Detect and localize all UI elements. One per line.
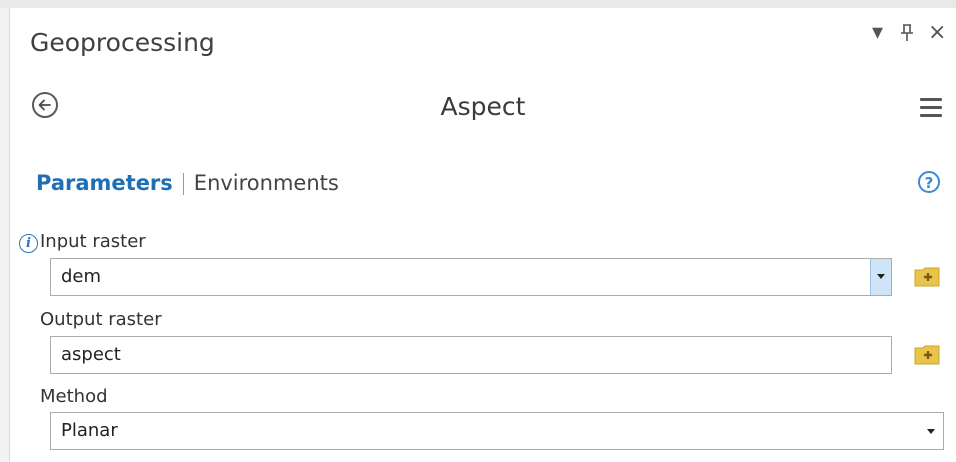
info-icon[interactable]: i — [19, 234, 38, 253]
output-raster-value: aspect — [61, 344, 121, 365]
pane-options-dropdown-icon[interactable]: ▾ — [872, 22, 883, 44]
method-label: Method — [40, 386, 108, 407]
help-icon[interactable]: ? — [918, 171, 940, 193]
geoprocessing-pane: Geoprocessing ▾ × Aspect Parameters Envir… — [10, 8, 956, 462]
input-raster-field[interactable]: dem — [50, 258, 892, 296]
chevron-down-icon — [927, 429, 935, 434]
top-strip — [0, 0, 956, 8]
input-raster-dropdown-button[interactable] — [870, 259, 891, 295]
chevron-down-icon — [877, 274, 885, 279]
output-raster-label: Output raster — [40, 309, 162, 330]
tab-separator — [182, 173, 184, 195]
tab-environments[interactable]: Environments — [194, 171, 339, 195]
tab-bar: Parameters Environments — [36, 171, 339, 195]
pane-title: Geoprocessing — [30, 28, 215, 57]
close-icon[interactable]: × — [928, 22, 946, 44]
hamburger-menu-icon[interactable] — [920, 98, 942, 122]
input-raster-value: dem — [61, 266, 102, 287]
tab-parameters[interactable]: Parameters — [36, 171, 173, 195]
left-edge — [0, 8, 10, 462]
browse-folder-icon[interactable] — [914, 343, 940, 365]
method-select[interactable]: Planar — [50, 412, 944, 450]
browse-folder-icon[interactable] — [914, 265, 940, 287]
output-raster-field[interactable]: aspect — [50, 336, 892, 374]
input-raster-label: Input raster — [40, 231, 146, 252]
pin-icon[interactable] — [900, 24, 914, 46]
method-value: Planar — [61, 420, 118, 441]
tool-title: Aspect — [440, 92, 526, 121]
